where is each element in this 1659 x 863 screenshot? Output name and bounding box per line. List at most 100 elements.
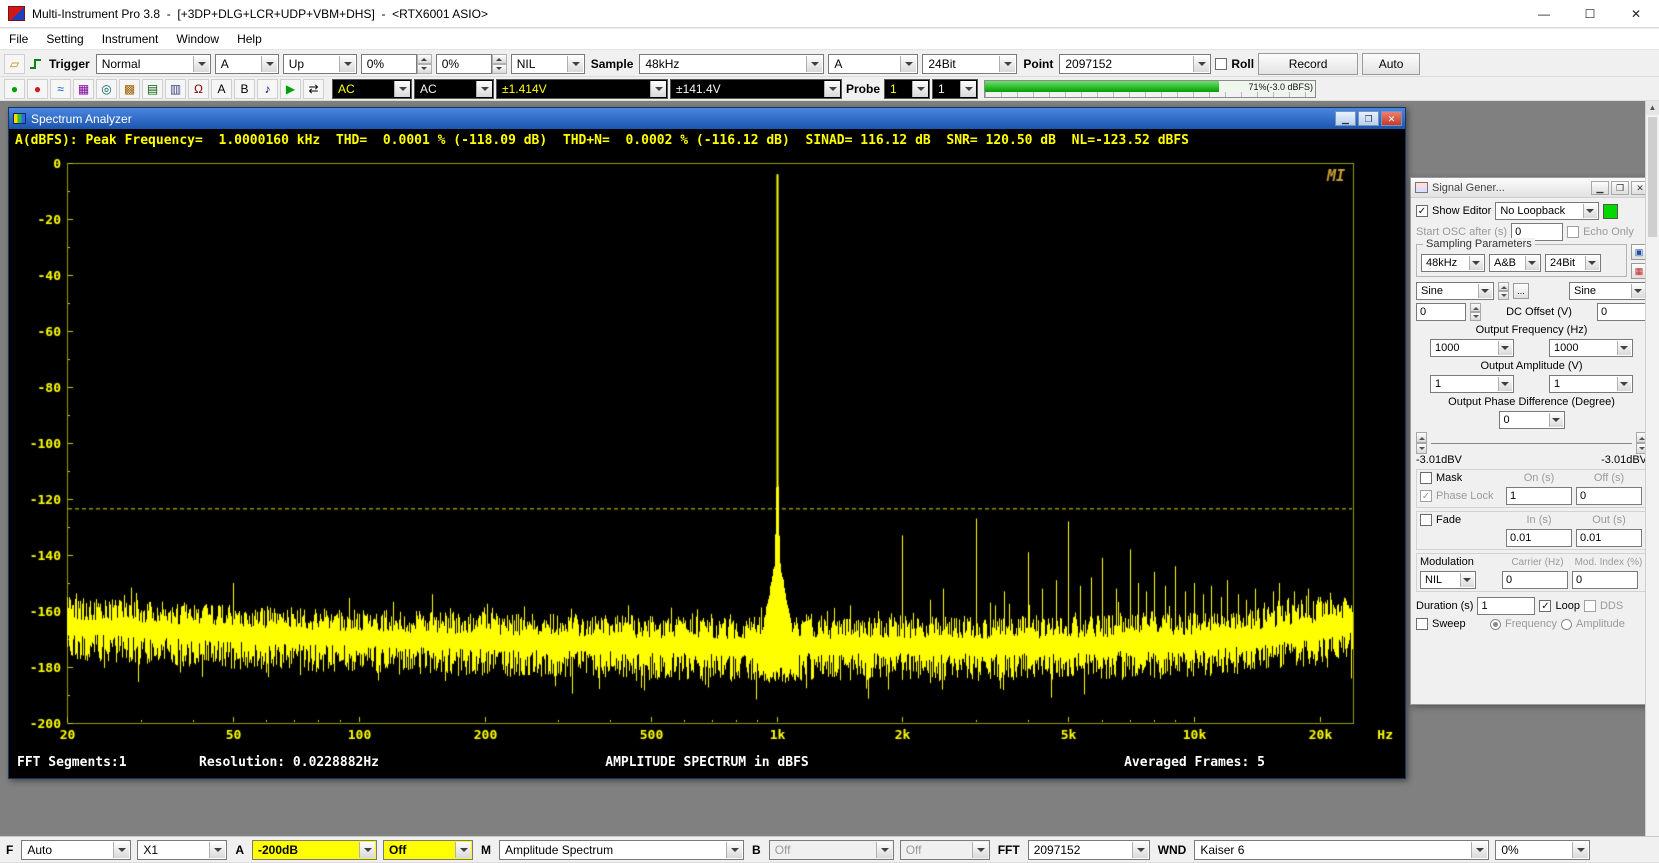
amplitude-b-select[interactable]: 1 [1549,375,1633,393]
menu-setting[interactable]: Setting [37,30,92,48]
mask-box[interactable] [1420,472,1432,484]
freq-axis-select[interactable]: Auto [21,840,131,860]
spectrum-close-icon[interactable]: ✕ [1381,111,1402,126]
device-test-plan-icon[interactable]: ▥ [165,79,186,99]
phase-lock-checkbox[interactable]: ✓ Phase Lock [1420,490,1502,502]
mask-on-input[interactable]: 1 [1506,487,1572,505]
menu-file[interactable]: File [0,30,37,48]
trigger-level-stepper[interactable]: 0% [361,54,432,74]
volume-icon[interactable]: ♪ [257,79,278,99]
phase-difference-select[interactable]: 0 [1499,411,1565,429]
show-editor-box[interactable]: ✓ [1416,205,1428,217]
roll-checkbox-box[interactable] [1215,58,1227,70]
sweep-frequency-radio[interactable]: Frequency [1490,618,1557,630]
menu-help[interactable]: Help [228,30,271,48]
echo-only-box[interactable] [1567,226,1579,238]
sweep-amplitude-radio[interactable]: Amplitude [1561,618,1625,630]
workspace-scrollbar[interactable]: ▲ [1645,101,1659,836]
waveform-more-button[interactable]: ... [1513,283,1529,299]
show-editor-checkbox[interactable]: ✓ Show Editor [1416,205,1491,217]
sweep-box[interactable] [1416,618,1428,630]
auto-button[interactable]: Auto [1362,53,1420,75]
trigger-source-select[interactable]: A [215,54,279,74]
dds-box[interactable] [1584,600,1596,612]
overlap-select[interactable]: 0% [1495,840,1590,860]
hpf-select[interactable]: NIL [511,54,585,74]
play-icon[interactable]: ▶ [280,79,301,99]
level-slider-track[interactable] [1431,443,1632,444]
pre-trigger-down-icon[interactable] [492,64,507,74]
multimeter-icon[interactable]: ◎ [96,79,117,99]
modulation-type-select[interactable]: NIL [1420,571,1476,589]
b-range-select[interactable]: Off [769,840,894,860]
bit-depth-select[interactable]: 24Bit [922,54,1017,74]
zoom-select[interactable]: X1 [137,840,227,860]
math-mode-select[interactable]: Amplitude Spectrum [499,840,744,860]
pre-trigger-value[interactable]: 0% [436,54,492,74]
siggen-titlebar[interactable]: Signal Gener... ▁ ❐ ✕ [1411,178,1652,198]
scrollbar-thumb[interactable] [1648,117,1657,237]
siggen-bits-select[interactable]: 24Bit [1545,254,1601,272]
trigger-mode-select[interactable]: Normal [96,54,211,74]
spectrum-analyzer-icon[interactable]: ▦ [73,79,94,99]
trigger-edge-select[interactable]: Up [283,54,357,74]
spectrum-minimize-icon[interactable]: ▁ [1335,111,1356,126]
dds-checkbox[interactable]: DDS [1584,600,1623,612]
maximize-button[interactable]: ☐ [1567,0,1613,28]
fade-in-input[interactable]: 0.01 [1506,529,1572,547]
pre-trigger-up-icon[interactable] [492,54,507,64]
data-logger-icon[interactable]: ▤ [142,79,163,99]
range-b-select[interactable]: ±141.4V [670,79,842,99]
waveform-b-select[interactable]: Sine [1569,282,1647,300]
minimize-button[interactable]: — [1521,0,1567,28]
zoom-b-icon[interactable]: B [234,79,255,99]
spectrum-plot[interactable] [9,153,1405,753]
fade-out-input[interactable]: 0.01 [1576,529,1642,547]
waveform-a-stepper[interactable] [1498,282,1509,300]
trigger-level-down-icon[interactable] [417,64,432,74]
sweep-frequency-radio-circle[interactable] [1490,619,1501,630]
dc-offset-b-input[interactable]: 0 [1597,303,1647,321]
mod-index-input[interactable]: 0 [1572,571,1638,589]
scroll-up-icon[interactable]: ▲ [1646,101,1659,115]
lcr-meter-icon[interactable]: Ω [188,79,209,99]
level-a-slider[interactable] [1416,432,1427,454]
signal-generator-window[interactable]: Signal Gener... ▁ ❐ ✕ ✓ Show Editor No L… [1410,177,1653,705]
fade-box[interactable] [1420,514,1432,526]
frequency-a-select[interactable]: 1000 [1430,339,1514,357]
dc-offset-a-stepper[interactable] [1470,303,1481,321]
loop-checkbox[interactable]: ✓ Loop [1539,600,1579,612]
pre-trigger-stepper[interactable]: 0% [436,54,507,74]
run-icon[interactable]: ● [4,79,25,99]
coupling-a-select[interactable]: AC [332,79,412,99]
amplitude-a-select[interactable]: 1 [1430,375,1514,393]
siggen-rate-select[interactable]: 48kHz [1421,254,1485,272]
output-on-indicator[interactable] [1603,204,1618,219]
a-persistence-select[interactable]: Off [383,840,473,860]
mask-checkbox[interactable]: Mask [1420,472,1502,484]
record-button[interactable]: Record [1258,53,1358,75]
phase-lock-box[interactable]: ✓ [1420,490,1432,502]
sweep-amplitude-radio-circle[interactable] [1561,619,1572,630]
range-a-select[interactable]: ±1.414V [496,79,668,99]
b-persistence-select[interactable]: Off [900,840,990,860]
spectrum-3d-plot-icon[interactable]: ▩ [119,79,140,99]
waveform-a-select[interactable]: Sine [1416,282,1494,300]
open-file-icon[interactable]: ▱ [4,54,25,74]
probe-b-select[interactable]: 1 [932,79,978,99]
close-button[interactable]: ✕ [1613,0,1659,28]
siggen-maximize-icon[interactable]: ❐ [1611,181,1629,195]
sweep-checkbox[interactable]: Sweep [1416,618,1486,630]
a-range-select[interactable]: -200dB [252,840,377,860]
frequency-b-select[interactable]: 1000 [1549,339,1633,357]
fft-size-select[interactable]: 2097152 [1028,840,1150,860]
siggen-minimize-icon[interactable]: ▁ [1591,181,1609,195]
mask-off-input[interactable]: 0 [1576,487,1642,505]
window-function-select[interactable]: Kaiser 6 [1194,840,1489,860]
roll-checkbox[interactable]: Roll [1215,57,1254,71]
fade-checkbox[interactable]: Fade [1420,514,1502,526]
menu-instrument[interactable]: Instrument [93,30,168,48]
stop-icon[interactable]: ● [27,79,48,99]
probe-a-select[interactable]: 1 [884,79,930,99]
spectrum-analyzer-window[interactable]: Spectrum Analyzer ▁ ❐ ✕ A(dBFS): Peak Fr… [8,107,1406,779]
